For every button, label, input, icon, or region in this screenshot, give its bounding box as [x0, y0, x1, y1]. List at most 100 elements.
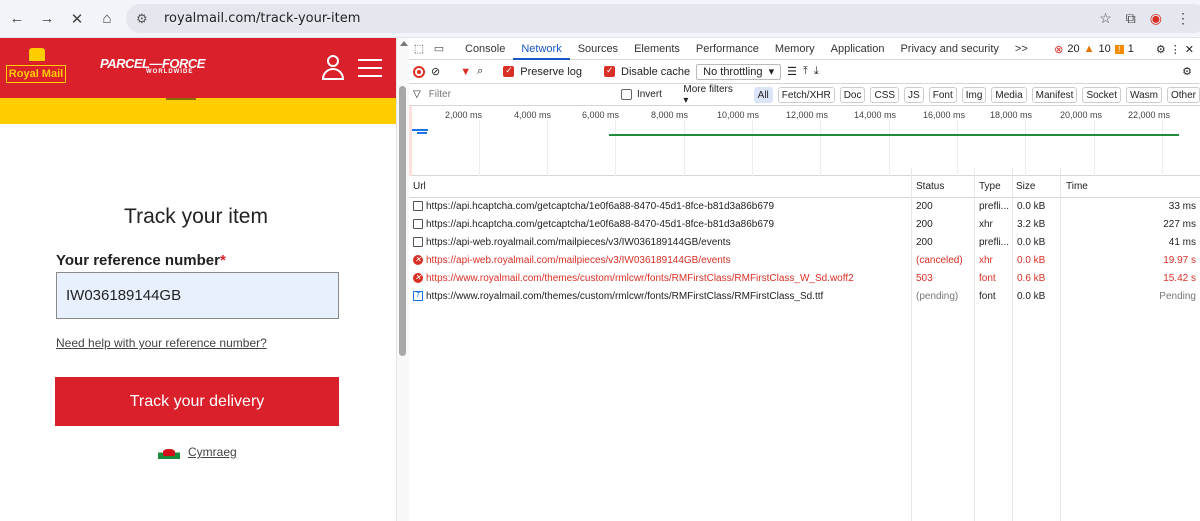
- upload-icon[interactable]: ⤒: [803, 65, 808, 78]
- table-row[interactable]: ✕ https://www.royalmail.com/themes/custom…: [409, 270, 1200, 288]
- page-scrollbar[interactable]: [396, 38, 409, 521]
- warning-icon: ▲: [1083, 43, 1095, 55]
- back-icon[interactable]: ←: [2, 4, 32, 34]
- col-size[interactable]: Size: [1016, 181, 1035, 192]
- filter-type-manifest[interactable]: Manifest: [1031, 86, 1078, 103]
- table-row[interactable]: https://api-web.royalmail.com/mailpieces…: [409, 234, 1200, 252]
- filter-type-media[interactable]: Media: [991, 86, 1027, 103]
- info-count: 1: [1127, 43, 1134, 55]
- tick-10000: 10,000 ms: [717, 110, 760, 120]
- filter-type-js[interactable]: JS: [904, 86, 924, 103]
- record-icon[interactable]: [413, 65, 425, 78]
- inspect-icon[interactable]: ⬚: [409, 42, 429, 55]
- language-link[interactable]: Cymraeg: [188, 445, 237, 459]
- clear-icon[interactable]: ⊘: [431, 65, 440, 78]
- tab-application[interactable]: Application: [823, 38, 893, 60]
- row-url: https://www.royalmail.com/themes/custom/…: [426, 273, 854, 284]
- filter-input[interactable]: Filter: [426, 89, 617, 100]
- parcelforce-logo[interactable]: PARCEL—FORCE WORLDWIDE: [100, 56, 205, 75]
- row-type: font: [979, 291, 996, 302]
- tick-20000: 20,000 ms: [1060, 110, 1103, 120]
- network-overview-timeline[interactable]: 2,000 ms 4,000 ms 6,000 ms 8,000 ms 10,0…: [409, 106, 1200, 176]
- filter-type-fetch-xhr[interactable]: Fetch/XHR: [777, 86, 835, 103]
- warning-count: 10: [1098, 43, 1111, 55]
- table-row[interactable]: https://api.hcaptcha.com/getcaptcha/1e0f…: [409, 198, 1200, 216]
- tab-privacy[interactable]: Privacy and security: [892, 38, 1006, 60]
- profile-icon[interactable]: ◉: [1150, 10, 1162, 27]
- tab-network[interactable]: Network: [513, 38, 570, 60]
- row-size: 3.2 kB: [1017, 219, 1046, 230]
- devtools-tabbar: ⬚ ▭ Console Network Sources Elements Per…: [409, 38, 1200, 60]
- network-settings-icon[interactable]: ⚙: [1182, 65, 1192, 78]
- language-switch[interactable]: Cymraeg: [158, 445, 237, 459]
- filter-type-img[interactable]: Img: [961, 86, 987, 103]
- row-status: (pending): [916, 291, 959, 302]
- site-info-icon[interactable]: ⚙: [136, 11, 158, 27]
- throttling-value: No throttling: [703, 65, 763, 78]
- filter-type-other[interactable]: Other: [1167, 86, 1200, 103]
- tick-2000: 2,000 ms: [445, 110, 483, 120]
- filter-type-all[interactable]: All: [753, 86, 773, 103]
- devtools-menu-icon[interactable]: ⋮: [1170, 43, 1181, 56]
- scroll-up-icon[interactable]: [400, 41, 408, 46]
- tab-sources[interactable]: Sources: [570, 38, 626, 60]
- row-time: 15.42 s: [1163, 273, 1196, 284]
- bookmark-star-icon[interactable]: ☆: [1099, 10, 1112, 27]
- disable-cache-checkbox[interactable]: [604, 65, 616, 77]
- tab-console[interactable]: Console: [457, 38, 513, 60]
- forward-icon[interactable]: →: [32, 4, 62, 34]
- device-toolbar-icon[interactable]: ▭: [429, 42, 449, 55]
- more-filters-button[interactable]: More filters ▾: [683, 84, 738, 106]
- table-row[interactable]: https://api.hcaptcha.com/getcaptcha/1e0f…: [409, 216, 1200, 234]
- preserve-log-checkbox[interactable]: [503, 65, 515, 77]
- tab-memory[interactable]: Memory: [767, 38, 823, 60]
- extensions-icon[interactable]: ⧉: [1126, 10, 1136, 27]
- col-type[interactable]: Type: [979, 181, 1001, 192]
- row-time: 19.97 s: [1163, 255, 1196, 266]
- tick-18000: 18,000 ms: [990, 110, 1033, 120]
- table-row[interactable]: Thttps://www.royalmail.com/themes/custom…: [409, 288, 1200, 306]
- scroll-thumb[interactable]: [399, 86, 406, 356]
- col-time[interactable]: Time: [1066, 181, 1088, 192]
- row-size: 0.6 kB: [1017, 273, 1046, 284]
- account-icon[interactable]: [322, 55, 344, 81]
- menu-dots-icon[interactable]: ⋮: [1176, 10, 1190, 27]
- issue-badges[interactable]: ⊗ 20 ▲ 10 ! 1 ⚙ ⋮ ✕: [1054, 38, 1200, 60]
- filter-type-doc[interactable]: Doc: [839, 86, 866, 103]
- help-link[interactable]: Need help with your reference number?: [56, 336, 267, 350]
- throttling-select[interactable]: No throttling ▾: [696, 63, 782, 80]
- reference-input[interactable]: [56, 272, 339, 319]
- track-delivery-button[interactable]: Track your delivery: [55, 377, 339, 426]
- hamburger-menu-icon[interactable]: [358, 59, 382, 77]
- download-icon[interactable]: ⤓: [814, 65, 819, 78]
- close-devtools-icon[interactable]: ✕: [1185, 43, 1194, 56]
- row-url: https://api.hcaptcha.com/getcaptcha/1e0f…: [426, 201, 775, 212]
- filter-type-wasm[interactable]: Wasm: [1126, 86, 1162, 103]
- row-type: xhr: [979, 255, 993, 266]
- stop-icon[interactable]: ✕: [62, 4, 92, 34]
- filter-funnel-icon[interactable]: ▼: [460, 66, 471, 78]
- royal-mail-logo[interactable]: Royal Mail: [6, 46, 66, 88]
- home-icon[interactable]: ⌂: [92, 4, 122, 34]
- col-status[interactable]: Status: [916, 181, 944, 192]
- settings-gear-icon[interactable]: ⚙: [1156, 43, 1166, 56]
- filter-type-socket[interactable]: Socket: [1082, 86, 1122, 103]
- filter-type-css[interactable]: CSS: [870, 86, 900, 103]
- error-icon: ✕: [413, 255, 423, 266]
- col-url[interactable]: Url: [413, 181, 426, 192]
- filter-type-font[interactable]: Font: [928, 86, 957, 103]
- row-time: Pending: [1159, 291, 1196, 302]
- invert-checkbox[interactable]: [621, 89, 632, 100]
- address-url[interactable]: royalmail.com/track-your-item: [164, 11, 360, 26]
- tab-elements[interactable]: Elements: [626, 38, 688, 60]
- network-conditions-icon[interactable]: ☰: [787, 65, 797, 78]
- address-bar[interactable]: ⚙ royalmail.com/track-your-item ☆ ⧉ ◉ ⋮: [126, 4, 1200, 33]
- tab-performance[interactable]: Performance: [688, 38, 767, 60]
- document-icon: [413, 219, 423, 230]
- table-row[interactable]: ✕ https://api-web.royalmail.com/mailpiece…: [409, 252, 1200, 270]
- preserve-log-label: Preserve log: [520, 65, 583, 78]
- row-size: 0.0 kB: [1017, 255, 1046, 266]
- more-tabs-button[interactable]: >>: [1007, 38, 1036, 60]
- row-time: 41 ms: [1168, 237, 1196, 248]
- search-icon[interactable]: ⌕: [477, 65, 483, 78]
